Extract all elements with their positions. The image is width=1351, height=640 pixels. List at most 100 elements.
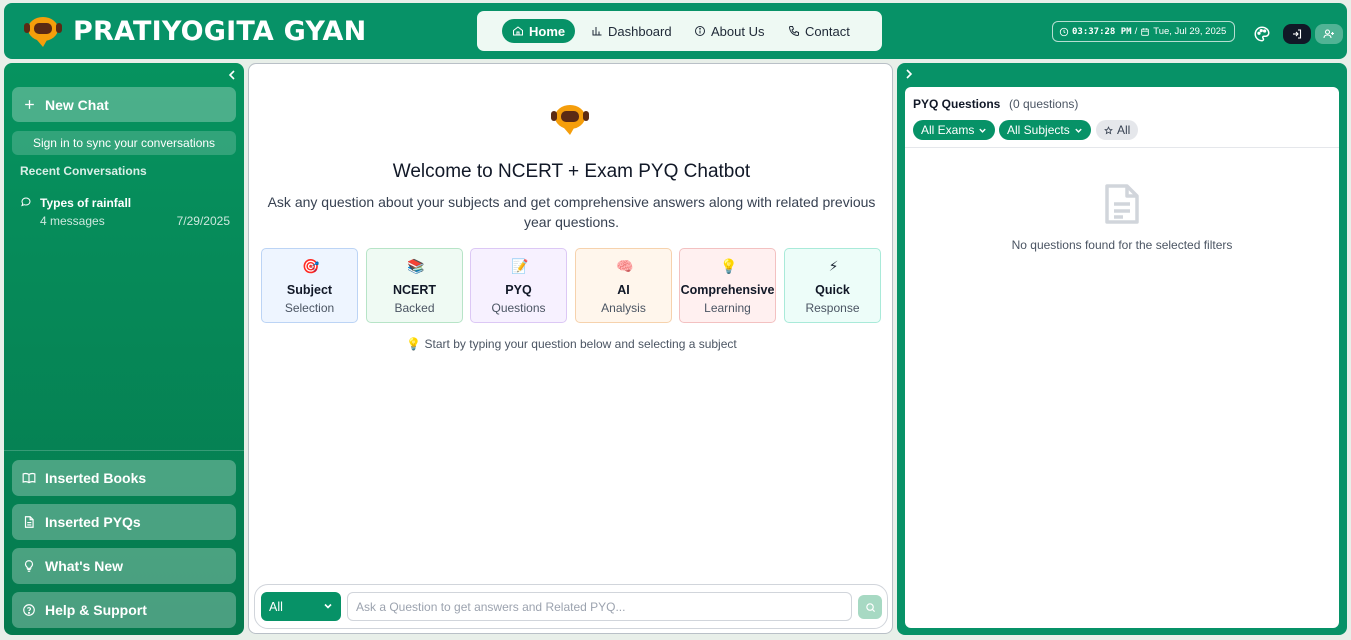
nav-contact-label: Contact	[805, 23, 850, 39]
subject-filter-label: All Subjects	[1007, 123, 1070, 137]
user-plus-icon	[1323, 29, 1334, 39]
feature-title: NCERT	[392, 283, 437, 297]
hint-bulb-icon: 💡	[406, 337, 422, 351]
feature-subtitle: Analysis	[601, 301, 646, 315]
clock-icon	[1059, 27, 1069, 36]
sync-note[interactable]: Sign in to sync your conversations	[12, 131, 236, 155]
recent-conversations-heading: Recent Conversations	[20, 164, 147, 178]
feature-card-ncert: 📚 NCERT Backed	[366, 248, 463, 323]
hint-text: Start by typing your question below and …	[424, 337, 737, 351]
question-input[interactable]	[347, 592, 852, 621]
exam-filter-label: All Exams	[921, 123, 975, 137]
lightning-icon: ⚡	[828, 258, 839, 274]
sign-up-button[interactable]	[1315, 24, 1343, 44]
new-chat-button[interactable]: New Chat	[12, 87, 236, 122]
brain-icon: 🧠	[616, 258, 634, 274]
conversation-title: Types of rainfall	[40, 196, 132, 210]
memo-icon: 📝	[511, 258, 529, 274]
star-icon	[1104, 125, 1113, 134]
calendar-icon	[1141, 27, 1149, 36]
subject-select-value: All	[269, 599, 283, 614]
nav-home[interactable]: Home	[502, 19, 576, 43]
clock-separator: /	[1134, 26, 1138, 37]
log-in-icon	[1293, 29, 1302, 39]
feature-subtitle: Response	[805, 301, 860, 315]
pyq-title: PYQ Questions	[913, 97, 1001, 111]
empty-state-text: No questions found for the selected filt…	[1011, 238, 1233, 252]
exam-filter-dropdown[interactable]: All Exams	[913, 120, 996, 140]
feature-title: Quick	[815, 283, 850, 297]
inserted-pyqs-label: Inserted PYQs	[45, 514, 141, 530]
feature-title: AI	[617, 283, 630, 297]
help-support-label: Help & Support	[45, 602, 147, 618]
feature-card-subject: 🎯 Subject Selection	[261, 248, 358, 323]
chat-sidebar: New Chat Sign in to sync your conversati…	[4, 63, 244, 635]
feature-title: Subject	[286, 283, 333, 297]
message-composer: All	[254, 584, 888, 629]
start-hint: 💡 Start by typing your question below an…	[249, 337, 894, 351]
feature-subtitle: Backed	[394, 301, 435, 315]
feature-title: PYQ	[505, 283, 532, 297]
plus-icon	[25, 100, 34, 109]
subject-select[interactable]: All	[261, 592, 341, 621]
search-send-button[interactable]	[858, 595, 882, 619]
feature-subtitle: Questions	[491, 301, 546, 315]
robot-mascot-logo[interactable]	[24, 14, 62, 50]
theme-button[interactable]	[1252, 24, 1272, 44]
chevron-left-icon	[228, 70, 235, 80]
home-icon	[513, 26, 523, 36]
welcome-title: Welcome to NCERT + Exam PYQ Chatbot	[392, 161, 751, 182]
palette-icon	[1254, 26, 1270, 42]
feature-card-ai: 🧠 AI Analysis	[575, 248, 672, 323]
nav-about-label: About Us	[711, 23, 765, 39]
help-support-button[interactable]: Help & Support	[12, 592, 236, 628]
document-icon	[24, 516, 34, 528]
chevron-right-icon	[906, 69, 913, 79]
collapse-sidebar-button[interactable]	[228, 69, 238, 81]
welcome-subtitle: Ask any question about your subjects and…	[267, 194, 876, 230]
subject-filter-dropdown[interactable]: All Subjects	[999, 120, 1091, 140]
conversation-item[interactable]: Types of rainfall 4 messages 7/29/2025	[20, 195, 230, 231]
info-icon	[695, 26, 705, 36]
chevron-down-icon	[979, 128, 987, 133]
message-circle-icon	[21, 197, 31, 207]
sidebar-divider	[4, 450, 244, 451]
inserted-books-label: Inserted Books	[45, 470, 147, 486]
nav-dashboard[interactable]: Dashboard	[581, 19, 682, 43]
app-header: PRATIYOGITA GYAN Home Dashboard About Us…	[4, 3, 1347, 59]
search-icon	[865, 602, 875, 612]
datetime-display: 03:37:28 PM / Tue, Jul 29, 2025	[1052, 21, 1235, 42]
lightbulb-icon	[24, 560, 34, 572]
inserted-books-button[interactable]: Inserted Books	[12, 460, 236, 496]
help-circle-icon	[23, 604, 35, 616]
feature-card-quick: ⚡ Quick Response	[784, 248, 881, 323]
bar-chart-icon	[592, 27, 602, 36]
nav-contact[interactable]: Contact	[778, 19, 860, 43]
bulb-icon: 💡	[720, 258, 738, 274]
pyq-panel: PYQ Questions (0 questions) All Exams Al…	[897, 63, 1347, 635]
conversation-message-count: 4 messages	[40, 214, 105, 228]
collapse-pyq-panel-button[interactable]	[905, 68, 913, 82]
brand-title[interactable]: PRATIYOGITA GYAN	[73, 16, 366, 47]
feature-subtitle: Learning	[704, 301, 751, 315]
nav-home-label: Home	[529, 23, 566, 39]
whats-new-button[interactable]: What's New	[12, 548, 236, 584]
whats-new-label: What's New	[45, 558, 124, 574]
chevron-down-icon	[1074, 128, 1082, 133]
pyq-count: (0 questions)	[1009, 97, 1079, 111]
clock-date: Tue, Jul 29, 2025	[1153, 26, 1227, 37]
inserted-pyqs-button[interactable]: Inserted PYQs	[12, 504, 236, 540]
sign-in-button[interactable]	[1283, 24, 1311, 44]
feature-card-pyq: 📝 PYQ Questions	[470, 248, 567, 323]
starred-filter-button[interactable]: All	[1096, 120, 1139, 140]
chat-main: Welcome to NCERT + Exam PYQ Chatbot Ask …	[248, 63, 893, 634]
main-nav: Home Dashboard About Us Contact	[477, 11, 882, 51]
feature-title: Comprehensive	[680, 283, 775, 297]
starred-filter-label: All	[1117, 123, 1131, 137]
feature-card-comprehensive: 💡 Comprehensive Learning	[679, 248, 776, 323]
phone-icon	[788, 26, 799, 37]
pyq-divider	[905, 147, 1339, 148]
nav-about[interactable]: About Us	[684, 19, 774, 43]
robot-mascot-icon	[551, 105, 589, 135]
target-icon: 🎯	[302, 258, 320, 274]
